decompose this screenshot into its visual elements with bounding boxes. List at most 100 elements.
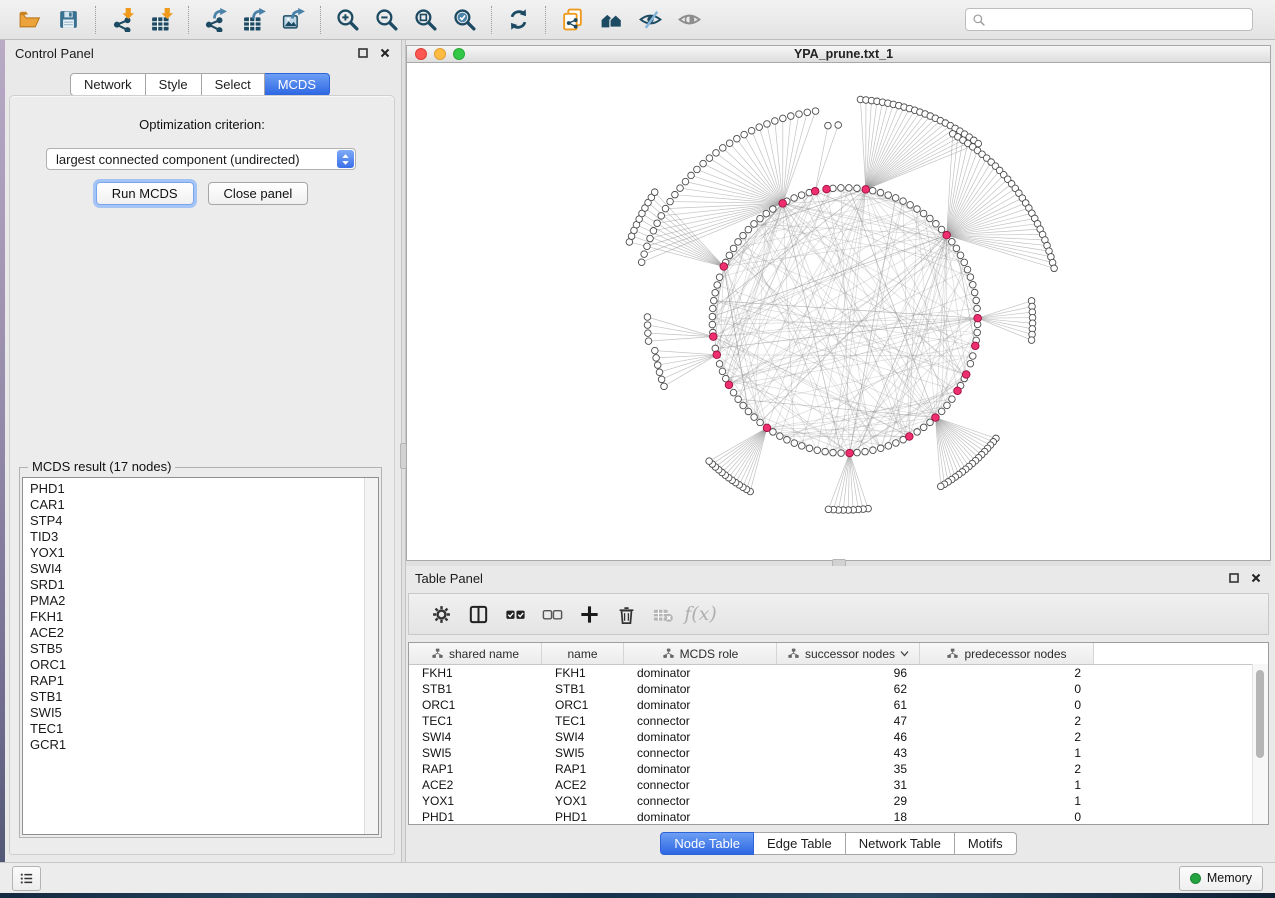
graph-node[interactable] — [933, 221, 940, 228]
graph-satellite-node[interactable] — [656, 369, 663, 376]
close-icon[interactable] — [1250, 572, 1262, 584]
cell-mcds-role[interactable]: connector — [624, 793, 777, 809]
mcds-result-item[interactable]: TID3 — [30, 529, 378, 545]
graph-hub-node[interactable] — [709, 333, 717, 341]
graph-node[interactable] — [877, 189, 884, 196]
table-row[interactable]: PHD1PHD1dominator180 — [409, 809, 1268, 825]
cell-shared-name[interactable]: SWI5 — [409, 745, 542, 761]
graph-satellite-node[interactable] — [644, 314, 651, 321]
table-row[interactable]: SWI5SWI5connector431 — [409, 745, 1268, 761]
import-table-button[interactable] — [142, 4, 181, 36]
mcds-result-item[interactable]: SRD1 — [30, 577, 378, 593]
graph-node[interactable] — [920, 424, 927, 431]
graph-satellite-node[interactable] — [641, 251, 648, 258]
graph-node[interactable] — [709, 305, 716, 312]
graph-satellite-node[interactable] — [688, 172, 695, 179]
cell-mcds-role[interactable]: dominator — [624, 665, 777, 681]
mcds-result-item[interactable]: GCR1 — [30, 737, 378, 753]
graph-node[interactable] — [784, 437, 791, 444]
graph-satellite-node[interactable] — [644, 322, 651, 329]
cell-mcds-role[interactable]: dominator — [624, 761, 777, 777]
mcds-result-item[interactable]: ACE2 — [30, 625, 378, 641]
graph-satellite-node[interactable] — [748, 127, 755, 134]
import-network-button[interactable] — [103, 4, 142, 36]
graph-hub-node[interactable] — [725, 381, 733, 389]
graph-hub-node[interactable] — [932, 414, 940, 422]
optimization-criterion-select[interactable]: largest connected component (undirected) — [46, 148, 356, 170]
cell-predecessor-nodes[interactable]: 1 — [920, 777, 1094, 793]
graph-hub-node[interactable] — [846, 449, 854, 457]
window-minimize-button[interactable] — [434, 48, 446, 60]
table-row[interactable]: RAP1RAP1dominator352 — [409, 761, 1268, 777]
graph-satellite-node[interactable] — [645, 330, 652, 337]
columns-button[interactable] — [460, 598, 497, 630]
graph-hub-node[interactable] — [779, 200, 787, 208]
graph-node[interactable] — [974, 305, 981, 312]
graph-hub-node[interactable] — [823, 185, 831, 193]
graph-node[interactable] — [838, 185, 845, 192]
graph-node[interactable] — [719, 368, 726, 375]
cell-successor-nodes[interactable]: 46 — [777, 729, 920, 745]
cell-successor-nodes[interactable]: 29 — [777, 793, 920, 809]
show-all-button[interactable] — [670, 4, 709, 36]
graph-hub-node[interactable] — [811, 187, 819, 195]
graph-node[interactable] — [854, 185, 861, 192]
cell-shared-name[interactable]: ORC1 — [409, 697, 542, 713]
mcds-result-item[interactable]: FKH1 — [30, 609, 378, 625]
graph-node[interactable] — [712, 289, 719, 296]
graph-hub-node[interactable] — [763, 424, 771, 432]
graph-satellite-node[interactable] — [706, 155, 713, 162]
task-history-button[interactable] — [12, 866, 41, 891]
save-button[interactable] — [49, 4, 88, 36]
cell-predecessor-nodes[interactable]: 2 — [920, 713, 1094, 729]
table-row[interactable]: SWI4SWI4dominator462 — [409, 729, 1268, 745]
table-row[interactable]: FKH1FKH1dominator962 — [409, 665, 1268, 681]
cell-name[interactable]: SWI4 — [542, 729, 624, 745]
graph-satellite-node[interactable] — [1051, 265, 1058, 272]
graph-node[interactable] — [740, 232, 747, 239]
network-graph[interactable] — [407, 63, 1270, 560]
graph-node[interactable] — [763, 210, 770, 217]
zoom-selected-button[interactable] — [445, 4, 484, 36]
graph-node[interactable] — [969, 281, 976, 288]
graph-satellite-node[interactable] — [653, 355, 660, 362]
cell-successor-nodes[interactable]: 31 — [777, 777, 920, 793]
graph-node[interactable] — [949, 238, 956, 245]
graph-node[interactable] — [949, 396, 956, 403]
add-button[interactable] — [571, 598, 608, 630]
graph-node[interactable] — [830, 449, 837, 456]
graph-node[interactable] — [770, 206, 777, 213]
cell-predecessor-nodes[interactable]: 0 — [920, 809, 1094, 825]
zoom-fit-button[interactable] — [406, 4, 445, 36]
graph-hub-node[interactable] — [943, 231, 951, 239]
close-panel-button[interactable]: Close panel — [208, 182, 309, 205]
graph-node[interactable] — [900, 198, 907, 205]
cell-mcds-role[interactable]: connector — [624, 745, 777, 761]
graph-node[interactable] — [751, 414, 758, 421]
graph-satellite-node[interactable] — [694, 166, 701, 173]
export-image-button[interactable] — [274, 4, 313, 36]
table-scrollbar[interactable] — [1252, 664, 1268, 824]
network-canvas[interactable] — [406, 63, 1271, 561]
graph-node[interactable] — [709, 321, 716, 328]
cell-name[interactable]: FKH1 — [542, 665, 624, 681]
graph-satellite-node[interactable] — [726, 140, 733, 147]
cell-successor-nodes[interactable]: 62 — [777, 681, 920, 697]
graph-node[interactable] — [971, 289, 978, 296]
zoom-out-button[interactable] — [367, 4, 406, 36]
graph-node[interactable] — [757, 419, 764, 426]
graph-satellite-node[interactable] — [804, 109, 811, 116]
graph-node[interactable] — [798, 443, 805, 450]
cell-predecessor-nodes[interactable]: 1 — [920, 745, 1094, 761]
graph-node[interactable] — [740, 402, 747, 409]
graph-node[interactable] — [791, 440, 798, 447]
graph-node[interactable] — [735, 239, 742, 246]
graph-node[interactable] — [974, 329, 981, 336]
settings-button[interactable] — [423, 598, 460, 630]
graph-satellite-node[interactable] — [652, 347, 659, 354]
graph-satellite-node[interactable] — [741, 131, 748, 138]
graph-node[interactable] — [730, 389, 737, 396]
mcds-result-item[interactable]: ORC1 — [30, 657, 378, 673]
mcds-result-item[interactable]: TEC1 — [30, 721, 378, 737]
tab-mcds[interactable]: MCDS — [265, 73, 330, 96]
